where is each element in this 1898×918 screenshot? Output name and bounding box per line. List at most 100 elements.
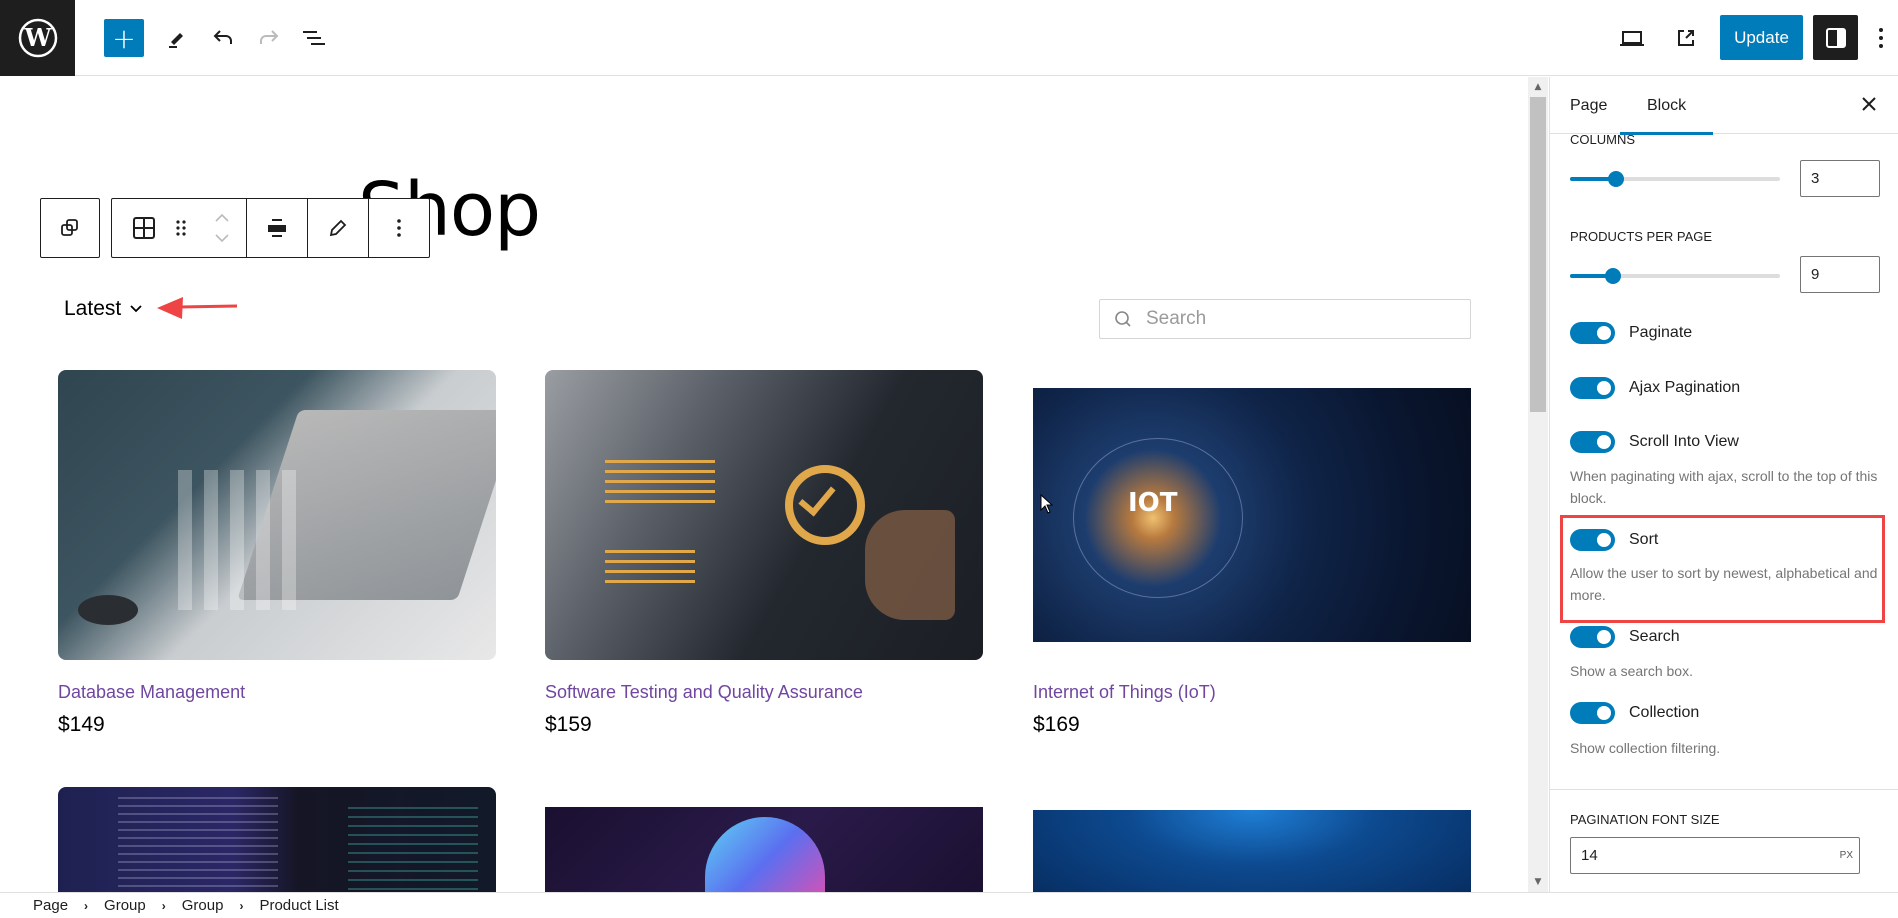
breadcrumb-item-page[interactable]: Page xyxy=(33,897,68,914)
search-help: Show a search box. xyxy=(1570,663,1693,679)
undo-button[interactable] xyxy=(203,19,243,57)
scroll-into-view-label: Scroll Into View xyxy=(1629,433,1739,450)
product-search-box[interactable] xyxy=(1099,299,1471,339)
products-per-page-input[interactable]: 9 xyxy=(1800,256,1880,293)
annotation-arrow-icon xyxy=(157,297,238,319)
settings-sidebar: Page Block COLUMNS 3 PRODUCTS PER PAGE 9… xyxy=(1549,77,1898,892)
grid-icon xyxy=(133,217,155,239)
list-view-icon xyxy=(303,31,325,45)
ajax-pagination-toggle-row[interactable]: Ajax Pagination xyxy=(1570,377,1740,399)
products-per-page-slider[interactable] xyxy=(1570,268,1780,284)
align-button[interactable] xyxy=(246,199,307,257)
breadcrumb-item-product-list[interactable]: Product List xyxy=(259,897,338,914)
tools-button[interactable] xyxy=(157,19,197,57)
drag-handle[interactable] xyxy=(164,199,198,257)
section-divider xyxy=(1550,789,1898,790)
plus-icon: + xyxy=(112,21,136,55)
block-type-button[interactable] xyxy=(124,199,164,257)
columns-slider-thumb[interactable] xyxy=(1608,171,1624,187)
sort-toggle[interactable] xyxy=(1570,529,1615,551)
product-image[interactable] xyxy=(545,370,983,660)
product-image[interactable] xyxy=(1033,810,1471,892)
edit-button[interactable] xyxy=(307,199,368,257)
product-image[interactable]: IOT xyxy=(1033,388,1471,642)
block-controls-group xyxy=(111,198,430,258)
search-toggle[interactable] xyxy=(1570,626,1615,648)
breadcrumb-item-group[interactable]: Group xyxy=(104,897,146,914)
product-card[interactable] xyxy=(545,807,983,892)
options-menu-button[interactable] xyxy=(1866,19,1896,57)
search-input[interactable] xyxy=(1146,308,1446,330)
pagination-font-size-input[interactable]: 14 PX xyxy=(1570,837,1860,874)
wordpress-logo-button[interactable]: W xyxy=(0,0,75,76)
product-image[interactable] xyxy=(545,807,983,892)
product-title-link[interactable]: Software Testing and Quality Assurance xyxy=(545,682,863,703)
settings-toggle-button[interactable] xyxy=(1813,15,1858,60)
preview-device-button[interactable] xyxy=(1612,19,1652,57)
collection-toggle-row[interactable]: Collection xyxy=(1570,702,1699,724)
scroll-into-view-toggle[interactable] xyxy=(1570,431,1615,453)
update-button[interactable]: Update xyxy=(1720,15,1803,60)
mouse-cursor-icon xyxy=(1040,494,1054,514)
scroll-down-icon[interactable]: ▼ xyxy=(1528,874,1548,890)
more-options-button[interactable] xyxy=(368,199,429,257)
product-image[interactable] xyxy=(58,370,496,660)
paginate-label: Paginate xyxy=(1629,324,1693,341)
pagination-font-size-value: 14 xyxy=(1581,847,1598,864)
move-up-down-icon xyxy=(215,213,229,243)
collection-label: Collection xyxy=(1629,704,1700,721)
chevron-right-icon: › xyxy=(84,898,89,913)
pencil-icon xyxy=(169,33,183,48)
product-card[interactable] xyxy=(1033,810,1471,892)
search-icon xyxy=(1115,311,1131,327)
sort-selected-value: Latest xyxy=(64,297,122,320)
search-toggle-row[interactable]: Search xyxy=(1570,626,1680,648)
move-up-down-buttons[interactable] xyxy=(198,199,246,257)
search-label: Search xyxy=(1629,628,1680,645)
sidebar-tabs: Page Block xyxy=(1550,77,1898,135)
scroll-up-icon[interactable]: ▲ xyxy=(1528,79,1548,95)
canvas-scrollbar[interactable]: ▲ ▼ xyxy=(1528,77,1548,892)
product-title-link[interactable]: Internet of Things (IoT) xyxy=(1033,682,1216,703)
editor-top-bar: W + Update xyxy=(0,0,1898,76)
list-view-button[interactable] xyxy=(294,19,334,57)
sort-label: Sort xyxy=(1629,531,1659,548)
ajax-pagination-toggle[interactable] xyxy=(1570,377,1615,399)
select-parent-button[interactable] xyxy=(41,199,99,257)
parent-block-group xyxy=(40,198,100,258)
redo-button[interactable] xyxy=(249,19,289,57)
paginate-toggle[interactable] xyxy=(1570,322,1615,344)
breadcrumb-item-group[interactable]: Group xyxy=(182,897,224,914)
undo-icon xyxy=(213,30,232,44)
wordpress-logo-icon: W xyxy=(18,18,57,58)
columns-slider[interactable] xyxy=(1570,171,1780,187)
product-card[interactable]: IOT Internet of Things (IoT) $169 xyxy=(1033,388,1471,736)
edit-icon xyxy=(329,219,347,237)
more-options-icon xyxy=(397,219,401,237)
product-title-link[interactable]: Database Management xyxy=(58,682,245,703)
desktop-preview-icon xyxy=(1620,31,1644,46)
close-sidebar-button[interactable] xyxy=(1861,93,1877,118)
collection-help: Show collection filtering. xyxy=(1570,740,1721,756)
products-per-page-slider-thumb[interactable] xyxy=(1605,268,1621,284)
product-card[interactable] xyxy=(58,787,496,892)
tab-page[interactable]: Page xyxy=(1570,77,1607,134)
tab-block[interactable]: Block xyxy=(1619,77,1714,135)
sort-toggle-row[interactable]: Sort xyxy=(1570,529,1658,551)
chevron-right-icon: › xyxy=(161,898,166,913)
paginate-toggle-row[interactable]: Paginate xyxy=(1570,322,1692,344)
product-card[interactable]: Database Management $149 xyxy=(58,370,496,736)
scroll-into-view-toggle-row[interactable]: Scroll Into View xyxy=(1570,431,1739,453)
product-price: $159 xyxy=(545,713,592,736)
columns-input[interactable]: 3 xyxy=(1800,160,1880,197)
editor-canvas: Shop Latest Search Database Management $… xyxy=(0,77,1527,892)
view-page-button[interactable] xyxy=(1666,19,1706,57)
product-image[interactable] xyxy=(58,787,496,892)
product-card[interactable]: Software Testing and Quality Assurance $… xyxy=(545,370,983,736)
sort-dropdown[interactable]: Latest xyxy=(64,297,143,321)
settings-panel-icon xyxy=(1825,27,1846,48)
pagination-font-size-label: PAGINATION FONT SIZE xyxy=(1570,812,1720,827)
collection-toggle[interactable] xyxy=(1570,702,1615,724)
scrollbar-thumb[interactable] xyxy=(1530,97,1546,412)
block-inserter-button[interactable]: + xyxy=(104,19,144,57)
